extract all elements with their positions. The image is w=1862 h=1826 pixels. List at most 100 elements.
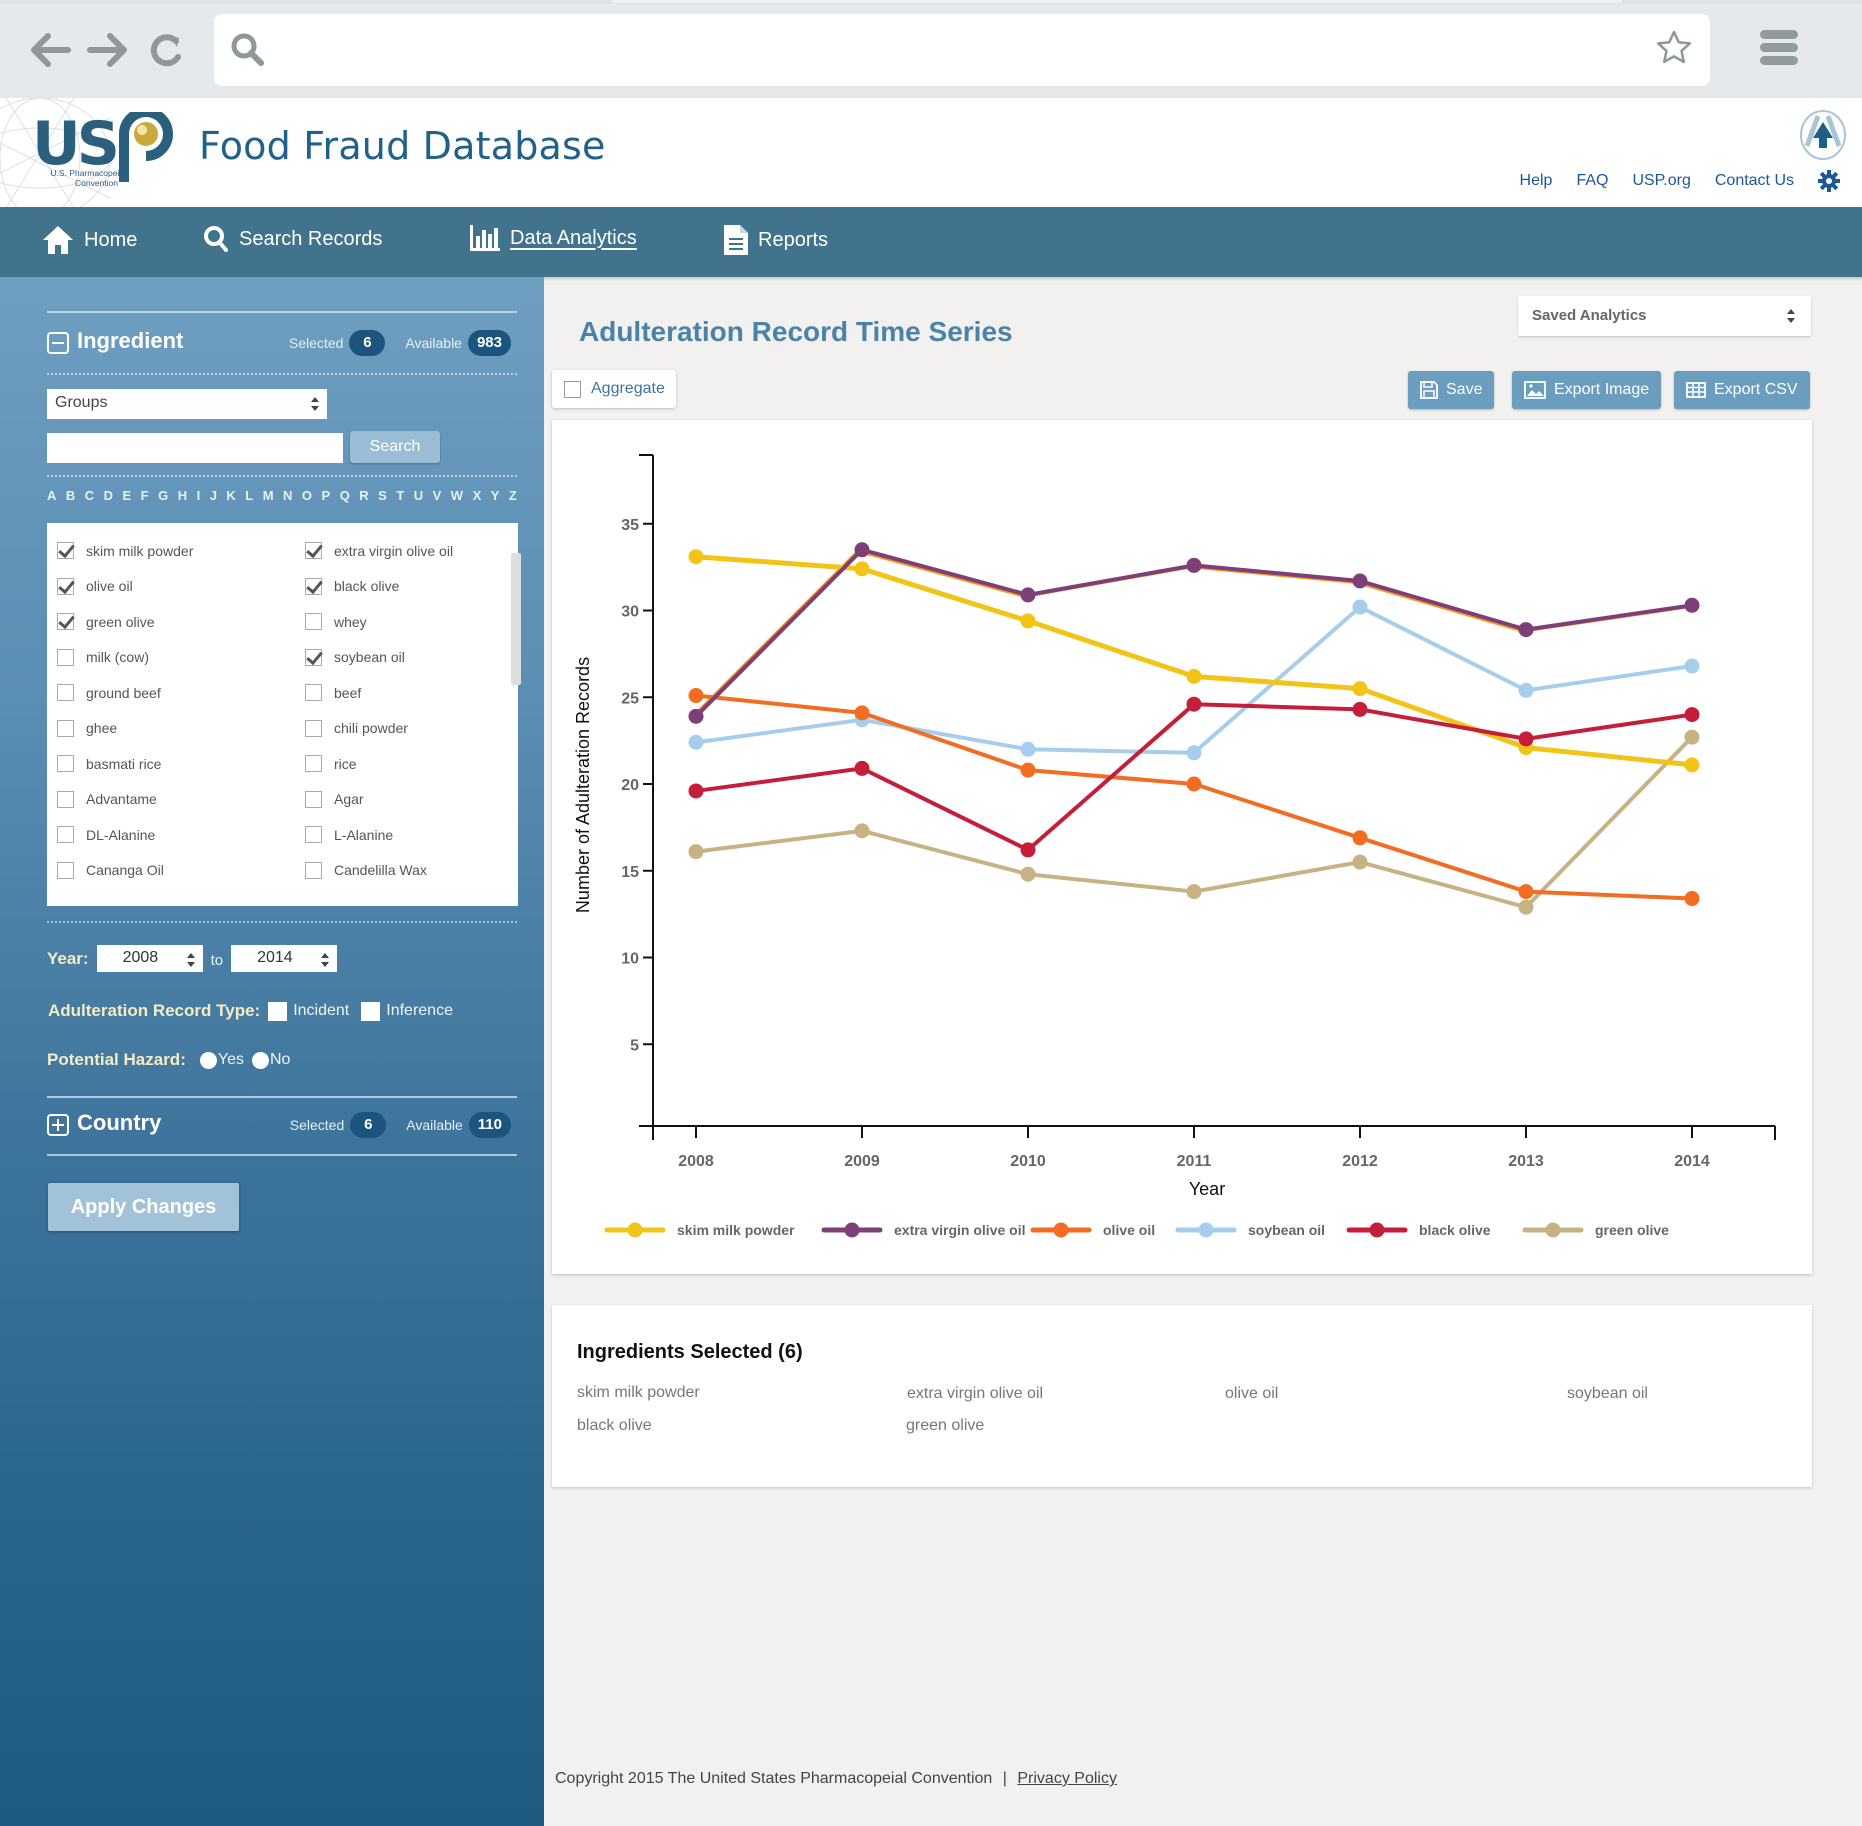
bookmark-star-icon[interactable] (1654, 28, 1694, 68)
alphabet-letter[interactable]: W (451, 488, 463, 503)
ingredient-option[interactable]: extra virgin olive oil (305, 533, 487, 569)
save-button[interactable]: Save (1408, 371, 1495, 409)
checkbox-checked[interactable] (57, 542, 74, 560)
ingredient-option[interactable]: ghee (57, 711, 305, 747)
hazard-yes-radio[interactable] (199, 1051, 217, 1069)
alphabet-letter[interactable]: J (210, 488, 217, 503)
nav-search-records[interactable]: Search Records (203, 225, 382, 253)
alphabet-letter[interactable]: H (178, 488, 187, 503)
checkbox-unchecked[interactable] (305, 613, 322, 631)
collapse-toggle[interactable] (47, 332, 69, 354)
alphabet-letter[interactable]: X (473, 488, 482, 503)
alphabet-letter[interactable]: G (158, 488, 168, 503)
alphabet-letter[interactable]: F (141, 488, 149, 503)
privacy-policy-link[interactable]: Privacy Policy (1017, 1770, 1117, 1787)
ingredient-option[interactable]: chili powder (305, 711, 487, 747)
nav-home[interactable]: Home (42, 225, 137, 255)
alphabet-letter[interactable]: Q (340, 488, 350, 503)
aggregate-toggle[interactable]: Aggregate (552, 370, 676, 408)
alphabet-letter[interactable]: U (414, 488, 423, 503)
alphabet-letter[interactable]: E (123, 488, 132, 503)
export-image-button[interactable]: Export Image (1512, 371, 1662, 409)
groups-select[interactable]: Groups (47, 389, 327, 419)
forward-button[interactable] (84, 26, 132, 74)
checkbox-unchecked[interactable] (57, 755, 74, 773)
checkbox-unchecked[interactable] (57, 648, 74, 666)
ingredient-option[interactable]: olive oil (57, 569, 305, 605)
alphabet-letter[interactable]: S (378, 488, 387, 503)
checkbox-checked[interactable] (57, 613, 74, 631)
ingredient-option[interactable]: ground beef (57, 675, 305, 711)
export-csv-button[interactable]: Export CSV (1674, 371, 1810, 409)
checkbox-unchecked[interactable] (57, 826, 74, 844)
year-to-select[interactable]: 2014 (231, 945, 338, 972)
hazard-no-radio[interactable] (251, 1051, 269, 1069)
alphabet-letter[interactable]: B (66, 488, 75, 503)
ingredient-option[interactable]: whey (305, 604, 487, 640)
back-button[interactable] (26, 26, 74, 74)
expand-toggle[interactable] (47, 1114, 69, 1136)
ingredient-option[interactable]: DL-Alanine (57, 817, 305, 853)
ingredient-option[interactable]: beef (305, 675, 487, 711)
ingredient-option[interactable]: Agar (305, 782, 487, 818)
alphabet-letter[interactable]: I (197, 488, 201, 503)
alphabet-letter[interactable]: C (85, 488, 94, 503)
ingredient-option[interactable]: Candelilla Wax (305, 853, 487, 889)
checkbox-unchecked[interactable] (305, 826, 322, 844)
gear-icon[interactable] (1818, 170, 1840, 192)
checkbox-checked[interactable] (305, 577, 322, 595)
alphabet-letter[interactable]: L (245, 488, 253, 503)
alphabet-letter[interactable]: A (47, 488, 56, 503)
ingredient-option[interactable]: L-Alanine (305, 817, 487, 853)
inference-checkbox[interactable] (361, 1001, 381, 1021)
browser-tab[interactable] (612, 0, 1622, 3)
help-link[interactable]: Help (1520, 172, 1553, 190)
checkbox-unchecked[interactable] (305, 861, 322, 879)
checkbox-unchecked[interactable] (57, 684, 74, 702)
ingredient-list-scrollbar[interactable] (511, 553, 521, 685)
checkbox-unchecked[interactable] (305, 684, 322, 702)
alphabet-letter[interactable]: Y (491, 488, 500, 503)
usp-logo[interactable]: US U.S. Pharmacopeial Convention (32, 107, 182, 194)
nav-reports[interactable]: Reports (724, 225, 828, 255)
contact-us-link[interactable]: Contact Us (1715, 172, 1794, 190)
alphabet-letter[interactable]: V (433, 488, 442, 503)
address-bar[interactable] (214, 14, 1710, 86)
checkbox-unchecked[interactable] (305, 719, 322, 737)
back-to-top-button[interactable] (1798, 108, 1848, 162)
ingredient-option[interactable]: Advantame (57, 782, 305, 818)
checkbox-unchecked[interactable] (305, 790, 322, 808)
checkbox-unchecked[interactable] (57, 719, 74, 737)
alphabet-letter[interactable]: Z (509, 488, 517, 503)
alphabet-letter[interactable]: K (226, 488, 235, 503)
ingredient-option[interactable]: soybean oil (305, 640, 487, 676)
saved-analytics-select[interactable]: Saved Analytics (1518, 296, 1811, 336)
faq-link[interactable]: FAQ (1576, 172, 1608, 190)
checkbox-unchecked[interactable] (57, 861, 74, 879)
checkbox-unchecked[interactable] (305, 755, 322, 773)
aggregate-checkbox[interactable] (564, 380, 581, 398)
year-from-select[interactable]: 2008 (96, 945, 203, 972)
ingredient-option[interactable]: milk (cow) (57, 640, 305, 676)
checkbox-checked[interactable] (305, 542, 322, 560)
ingredient-option[interactable]: black olive (305, 569, 487, 605)
ingredient-option[interactable]: rice (305, 746, 487, 782)
alphabet-letter[interactable]: O (302, 488, 312, 503)
alphabet-letter[interactable]: T (396, 488, 404, 503)
ingredient-search-button[interactable]: Search (350, 431, 440, 463)
alphabet-letter[interactable]: P (322, 488, 331, 503)
nav-data-analytics[interactable]: Data Analytics (470, 225, 637, 251)
ingredient-option[interactable]: Cananga Oil (57, 853, 305, 889)
ingredient-option[interactable]: green olive (57, 604, 305, 640)
reload-button[interactable] (142, 26, 190, 74)
checkbox-checked[interactable] (57, 577, 74, 595)
url-input[interactable] (284, 28, 1614, 72)
usp-org-link[interactable]: USP.org (1632, 172, 1690, 190)
incident-checkbox[interactable] (268, 1001, 288, 1021)
ingredient-option[interactable]: skim milk powder (57, 533, 305, 569)
alphabet-letter[interactable]: D (104, 488, 113, 503)
browser-menu-button[interactable] (1760, 30, 1798, 70)
ingredient-search-input[interactable] (47, 433, 343, 463)
alphabet-letter[interactable]: R (359, 488, 368, 503)
alphabet-letter[interactable]: M (263, 488, 274, 503)
